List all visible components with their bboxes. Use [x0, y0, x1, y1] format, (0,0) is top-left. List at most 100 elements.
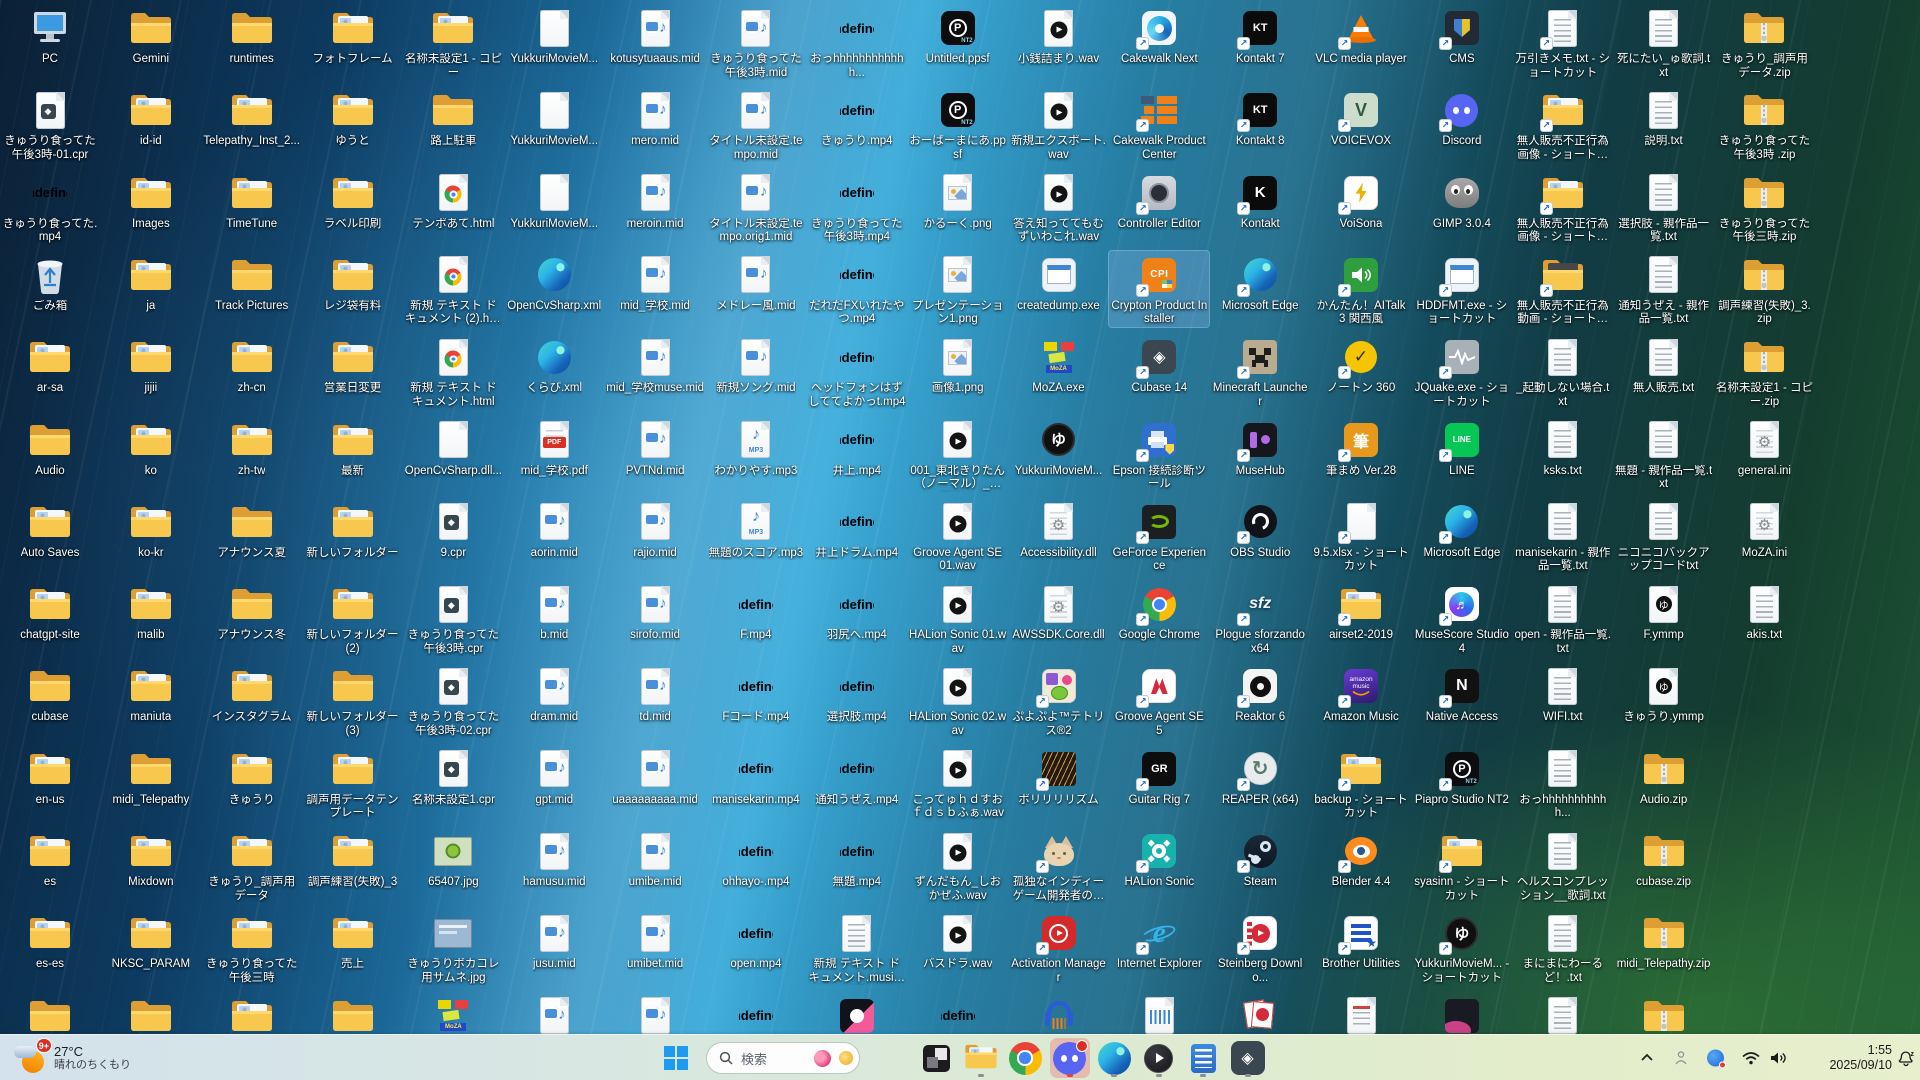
start-button[interactable] [656, 1038, 696, 1078]
desktop-icon-halion-sonic[interactable]: ↗ HALion Sonic [1109, 827, 1209, 890]
desktop-icon-jusu-mid[interactable]: ♪ jusu.mid [504, 909, 604, 972]
desktop-icon-mid_-mid[interactable]: ♪ mid_学校.mid [605, 251, 705, 314]
desktop-icon-ja[interactable]: ja [101, 251, 201, 314]
desktop-icon--_-[interactable]: きゅうり_調声用データ [202, 827, 302, 903]
desktop-icon-ar-sa[interactable]: ar-sa [0, 333, 100, 396]
desktop-icon--hhhhhhhhhhhh-[interactable]: undefined おっhhhhhhhhhhhh... [807, 4, 907, 80]
desktop-icon--[interactable]: 路上駐車 [403, 86, 503, 149]
tray-blue-app-icon[interactable] [1707, 1049, 1726, 1069]
desktop-icon--_-wav[interactable]: ずんだもん_しおかぜふ.wav [908, 827, 1008, 903]
desktop-icon----[interactable]: ↗ 無人販売不正行為動画 - ショートカット [1513, 251, 1613, 327]
desktop-icon-ksks-txt[interactable]: ksks.txt [1513, 416, 1613, 479]
desktop-icon-native-access[interactable]: N ↗ Native Access [1412, 662, 1512, 725]
desktop-icon--3-mid[interactable]: ♪ きゅうり食ってた午後3時.mid [706, 4, 806, 80]
desktop-icon-controller-editor[interactable]: ↗ Controller Editor [1109, 169, 1209, 232]
desktop-icon--ymmp[interactable]: ゆきゅうり.ymmp [1614, 662, 1714, 725]
desktop-icon--[interactable]: インスタグラム [202, 662, 302, 725]
weather-widget[interactable]: 9+ 27°C 晴れのちくもり [6, 1037, 139, 1079]
desktop-icon----txt[interactable]: 無題 - 親作品一覧.txt [1614, 416, 1714, 492]
desktop-icon--3--02-cpr[interactable]: ◆ きゅうり食ってた午後3時-02.cpr [403, 662, 503, 738]
desktop-icon-line[interactable]: LINE ↗ LINE [1412, 416, 1512, 479]
desktop-icon--3-[interactable]: 新しいフォルダー (3) [303, 662, 403, 738]
desktop-icon--tempo-orig1-mid[interactable]: ♪ タイトル未設定.tempo.orig1.mid [706, 169, 806, 245]
desktop-icon-f-ymmp[interactable]: ゆ F.ymmp [1614, 580, 1714, 643]
desktop-icon[interactable] [1311, 992, 1411, 1038]
desktop-icon[interactable]: ♪ [504, 992, 604, 1038]
desktop-icon-epson-[interactable]: ↗ Epson 接続診断ツール [1109, 416, 1209, 492]
desktop-icon[interactable] [807, 992, 907, 1038]
desktop-icon--1---[interactable]: 名称未設定1 - コピー [403, 4, 503, 80]
tray-person-icon[interactable] [1674, 1050, 1688, 1066]
desktop-icon-musehub[interactable]: ↗ MuseHub [1210, 416, 1310, 479]
desktop-icon--musicxml[interactable]: 新規 テキスト ドキュメント.musicxml [807, 909, 907, 985]
desktop-icon--mp4[interactable]: undefined 通知うぜえ.mp4 [807, 745, 907, 808]
desktop-icon--hhhhhhhhhhh-[interactable]: おっhhhhhhhhhhh... [1513, 745, 1613, 821]
desktop-icon-cubase-14[interactable]: ◈ ↗ Cubase 14 [1109, 333, 1209, 396]
wifi-icon[interactable] [1742, 1051, 1760, 1065]
desktop-icon-td-mid[interactable]: ♪ td.mid [605, 662, 705, 725]
desktop-icon--png[interactable]: かるーく.png [908, 169, 1008, 232]
desktop-icon[interactable]: undefined [908, 992, 1008, 1038]
desktop-icon--txt---[interactable]: ↗ 万引きメモ.txt - ショートカット [1513, 4, 1613, 80]
desktop-icon-open---txt[interactable]: open - 親作品一覧.txt [1513, 580, 1613, 656]
taskbar-app-microsoft-edge[interactable] [1094, 1038, 1134, 1078]
desktop-icon[interactable] [1009, 992, 1109, 1038]
desktop-icon--[interactable]: ↗ ポリリリリズム [1009, 745, 1109, 808]
desktop-icon-cubase[interactable]: cubase [0, 662, 100, 725]
desktop-icon--txt[interactable]: まにまにわーるど！.txt [1513, 909, 1613, 985]
desktop-icon-maniuta[interactable]: maniuta [101, 662, 201, 725]
desktop-icon-halion-sonic-02-wav[interactable]: HALion Sonic 02.wav [908, 662, 1008, 738]
desktop-icon-jijii[interactable]: jijii [101, 333, 201, 396]
desktop-icon-reaper-x64-[interactable]: ↻ ↗ REAPER (x64) [1210, 745, 1310, 808]
desktop-icon-mid_-muse-mid[interactable]: ♪ mid_学校muse.mid [605, 333, 705, 396]
desktop-icon--mp4[interactable]: undefined 井上.mp4 [807, 416, 907, 479]
desktop-icon-kontakt-8[interactable]: KT ↗ Kontakt 8 [1210, 86, 1310, 149]
desktop-icon--[interactable]: 売上 [303, 909, 403, 972]
desktop-icon-yukkurimoviem---[interactable]: ゆ ↗ YukkuriMovieM... - ショートカット [1412, 909, 1512, 985]
desktop-icon-microsoft-edge[interactable]: ↗ Microsoft Edge [1210, 251, 1310, 314]
desktop-icon-midi_telepathy-zip[interactable]: midi_Telepathy.zip [1614, 909, 1714, 972]
desktop-icon--t-mp4[interactable]: undefined ヘッドフォンはずしててよかっt.mp4 [807, 333, 907, 409]
desktop-icon--1-png[interactable]: プレゼンテーション1.png [908, 251, 1008, 327]
desktop-icon-kontakt-7[interactable]: KT ↗ Kontakt 7 [1210, 4, 1310, 67]
desktop-icon--_3[interactable]: 調声練習(失敗)_3 [303, 827, 403, 890]
desktop-icon-telepathy_inst_2-[interactable]: Telepathy_Inst_2... [202, 86, 302, 149]
desktop-icon[interactable] [1513, 992, 1613, 1038]
desktop-icon--wav[interactable]: 新規エクスポート.wav [1009, 86, 1109, 162]
desktop-icon-en-us[interactable]: en-us [0, 745, 100, 808]
desktop-icon[interactable] [202, 992, 302, 1038]
desktop-icon-reaktor-6[interactable]: ↗ Reaktor 6 [1210, 662, 1310, 725]
desktop-icon-zh-tw[interactable]: zh-tw [202, 416, 302, 479]
desktop-icon-001_-_-[interactable]: 001_東北きりたん（ノーマル）_今じゃ... [908, 416, 1008, 492]
desktop-icon-midi_telepathy[interactable]: midi_Telepathy [101, 745, 201, 808]
desktop-icon-voisona[interactable]: ↗ VoiSona [1311, 169, 1411, 232]
desktop-icon-amazon-music[interactable]: amazon music ↗ Amazon Music [1311, 662, 1411, 725]
desktop-icon-piapro-studio-nt2[interactable]: P NT2 ↗ Piapro Studio NT2 [1412, 745, 1512, 808]
desktop-icon-mixdown[interactable]: Mixdown [101, 827, 201, 890]
clock[interactable]: 1:55 2025/09/10 [1829, 1043, 1892, 1073]
desktop-icon-cakewalk-next[interactable]: ↗ Cakewalk Next [1109, 4, 1209, 67]
desktop-icon--[interactable]: きゅうり [202, 745, 302, 808]
desktop-icon-umibe-mid[interactable]: ♪ umibe.mid [605, 827, 705, 890]
desktop-icon-zh-cn[interactable]: zh-cn [202, 333, 302, 396]
desktop-icon--ppsf[interactable]: P NT2 おーばーまにあ.ppsf [908, 86, 1008, 162]
taskbar-app-file-explorer[interactable] [961, 1038, 1001, 1078]
desktop-icon--html[interactable]: 新規 テキスト ドキュメント.html [403, 333, 503, 409]
desktop-icon-hamusu-mid[interactable]: ♪ hamusu.mid [504, 827, 604, 890]
desktop-icon-geforce-experience[interactable]: ↗ GeForce Experience [1109, 498, 1209, 574]
desktop-icon-akis-txt[interactable]: akis.txt [1714, 580, 1814, 643]
desktop-icon-65407-jpg[interactable]: 65407.jpg [403, 827, 503, 890]
desktop-icon----txt[interactable]: 通知うぜえ - 親作品一覧.txt [1614, 251, 1714, 327]
desktop-icon-nksc_param[interactable]: NKSC_PARAM [101, 909, 201, 972]
desktop-icon--mp4[interactable]: undefined きゅうり.mp4 [807, 86, 907, 149]
desktop-icon-images[interactable]: Images [101, 169, 201, 232]
desktop-icon-yukkurimoviem-[interactable]: YukkuriMovieM... [504, 86, 604, 149]
desktop-icon--[interactable]: ごみ箱 [0, 251, 100, 314]
desktop-icon[interactable] [101, 992, 201, 1038]
desktop-icon-mid_-pdf[interactable]: PDF mid_学校.pdf [504, 416, 604, 479]
desktop-icon[interactable] [1109, 992, 1209, 1038]
desktop-icon--xml[interactable]: くらび.xml [504, 333, 604, 396]
desktop-icon--wav[interactable]: 答え知っててもむずいわこれ.wav [1009, 169, 1109, 245]
desktop-icon-moza-exe[interactable]: MoZA MoZA.exe [1009, 333, 1109, 396]
desktop-icon-obs-studio[interactable]: ↗ OBS Studio [1210, 498, 1310, 561]
